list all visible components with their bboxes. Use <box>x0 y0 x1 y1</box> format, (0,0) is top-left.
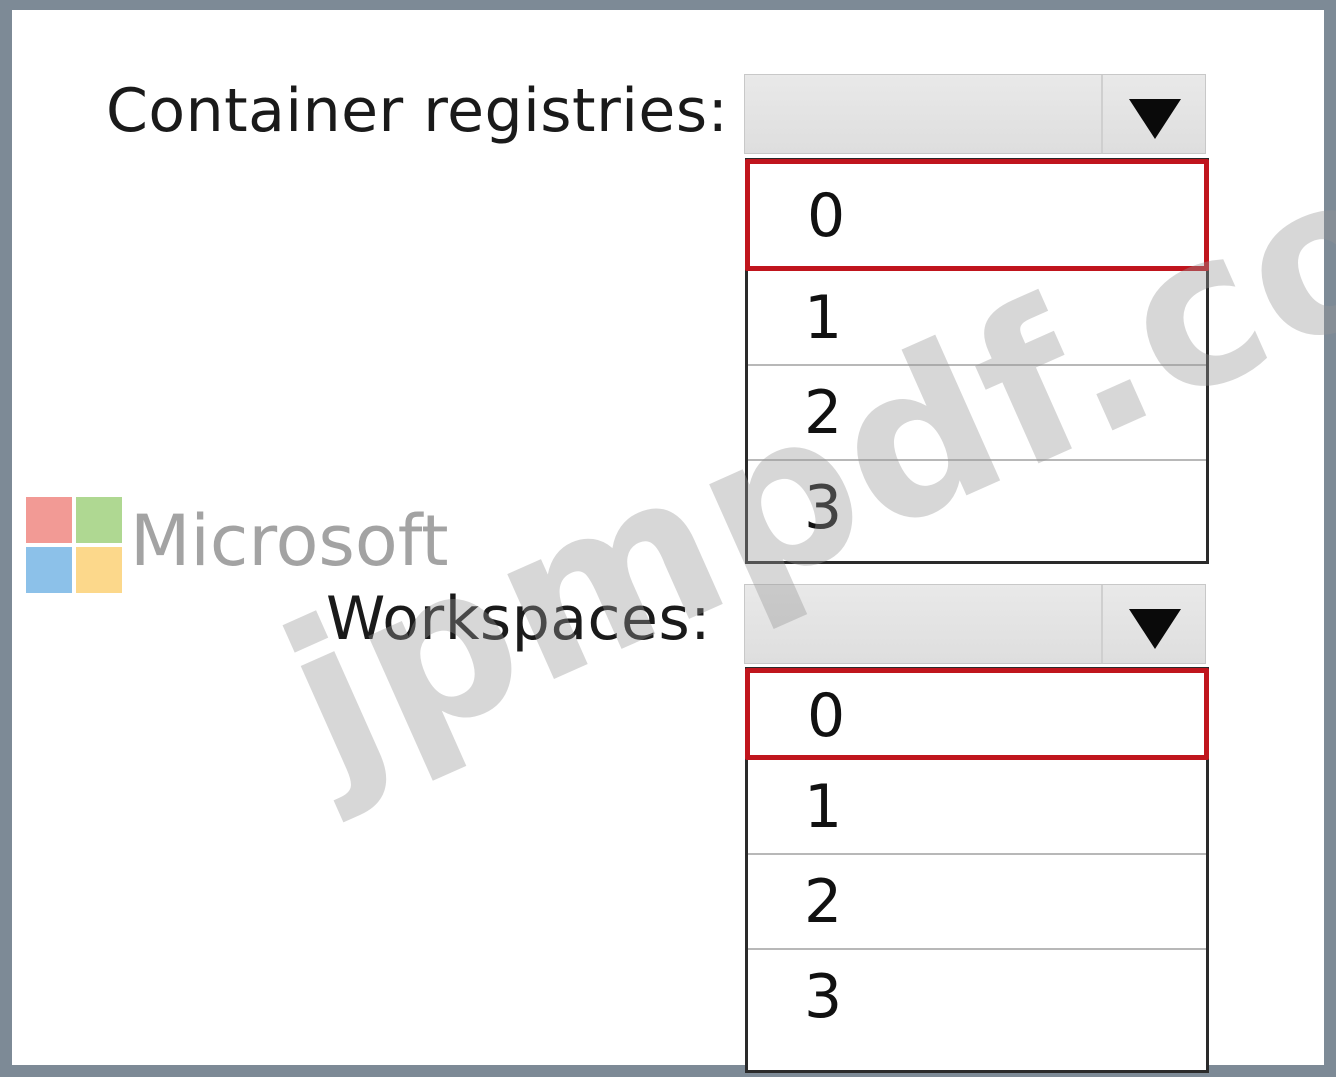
microsoft-logo-icon <box>26 497 122 593</box>
container-registries-dropdown[interactable] <box>744 74 1206 154</box>
container-registries-option-2[interactable]: 2 <box>748 366 1206 461</box>
dropdown-divider <box>1101 75 1103 153</box>
container-registries-option-3[interactable]: 3 <box>748 461 1206 556</box>
workspaces-dropdown[interactable] <box>744 584 1206 664</box>
dropdown-divider <box>1101 585 1103 663</box>
workspaces-option-3[interactable]: 3 <box>748 950 1206 1045</box>
container-registries-label: Container registries: <box>106 76 729 146</box>
workspaces-option-0[interactable]: 0 <box>745 668 1209 760</box>
container-registries-option-0[interactable]: 0 <box>745 159 1209 271</box>
workspaces-label: Workspaces: <box>326 584 711 654</box>
container-registries-options: 0 1 2 3 <box>745 158 1209 564</box>
microsoft-logo-text: Microsoft <box>130 500 449 582</box>
container-registries-option-1[interactable]: 1 <box>748 271 1206 366</box>
workspaces-option-1[interactable]: 1 <box>748 760 1206 855</box>
dropdown-arrow-icon[interactable] <box>1129 99 1181 139</box>
workspaces-options: 0 1 2 3 <box>745 667 1209 1073</box>
workspaces-option-2[interactable]: 2 <box>748 855 1206 950</box>
question-frame: Microsoft Container registries: 0 1 2 3 … <box>0 0 1336 1077</box>
dropdown-arrow-icon[interactable] <box>1129 609 1181 649</box>
